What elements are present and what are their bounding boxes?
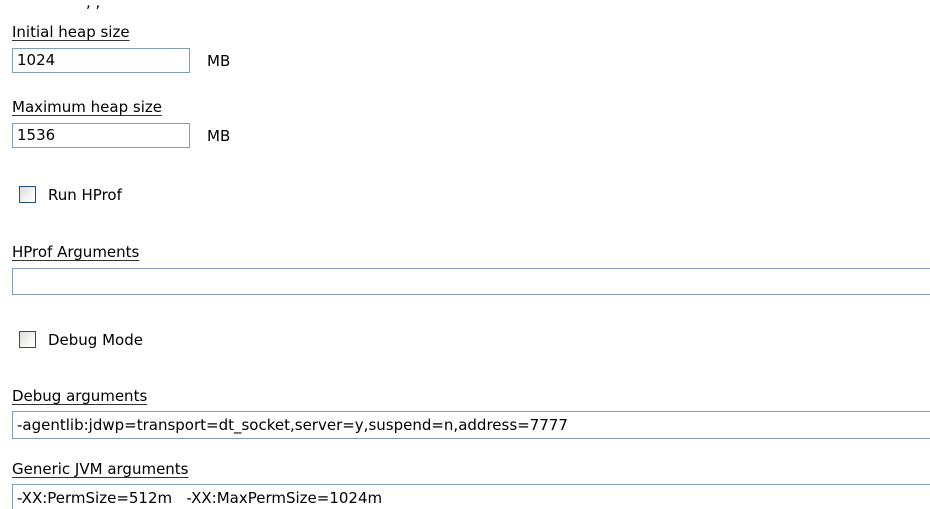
hprof-arguments-label: HProf Arguments xyxy=(12,243,140,261)
generic-jvm-arguments-label: Generic JVM arguments xyxy=(12,460,189,478)
maximum-heap-label: Maximum heap size xyxy=(12,98,162,116)
initial-heap-unit: MB xyxy=(207,52,231,70)
generic-jvm-arguments-input[interactable]: -XX:PermSize=512m -XX:MaxPermSize=1024m xyxy=(12,484,930,509)
maximum-heap-input[interactable]: 1536 xyxy=(12,123,190,148)
initial-heap-input[interactable]: 1024 xyxy=(12,48,190,73)
clipped-top-text: , , xyxy=(86,0,101,11)
debug-mode-checkbox[interactable] xyxy=(19,331,36,348)
jvm-settings-form: , , Initial heap size 1024 MB Maximum he… xyxy=(0,0,930,509)
run-hprof-checkbox[interactable] xyxy=(19,186,36,203)
debug-mode-label: Debug Mode xyxy=(48,331,143,349)
initial-heap-label: Initial heap size xyxy=(12,23,130,41)
debug-arguments-input[interactable]: -agentlib:jdwp=transport=dt_socket,serve… xyxy=(12,411,930,439)
debug-arguments-label: Debug arguments xyxy=(12,387,148,405)
maximum-heap-unit: MB xyxy=(207,127,231,145)
hprof-arguments-input[interactable] xyxy=(12,268,930,295)
run-hprof-label: Run HProf xyxy=(48,186,122,204)
